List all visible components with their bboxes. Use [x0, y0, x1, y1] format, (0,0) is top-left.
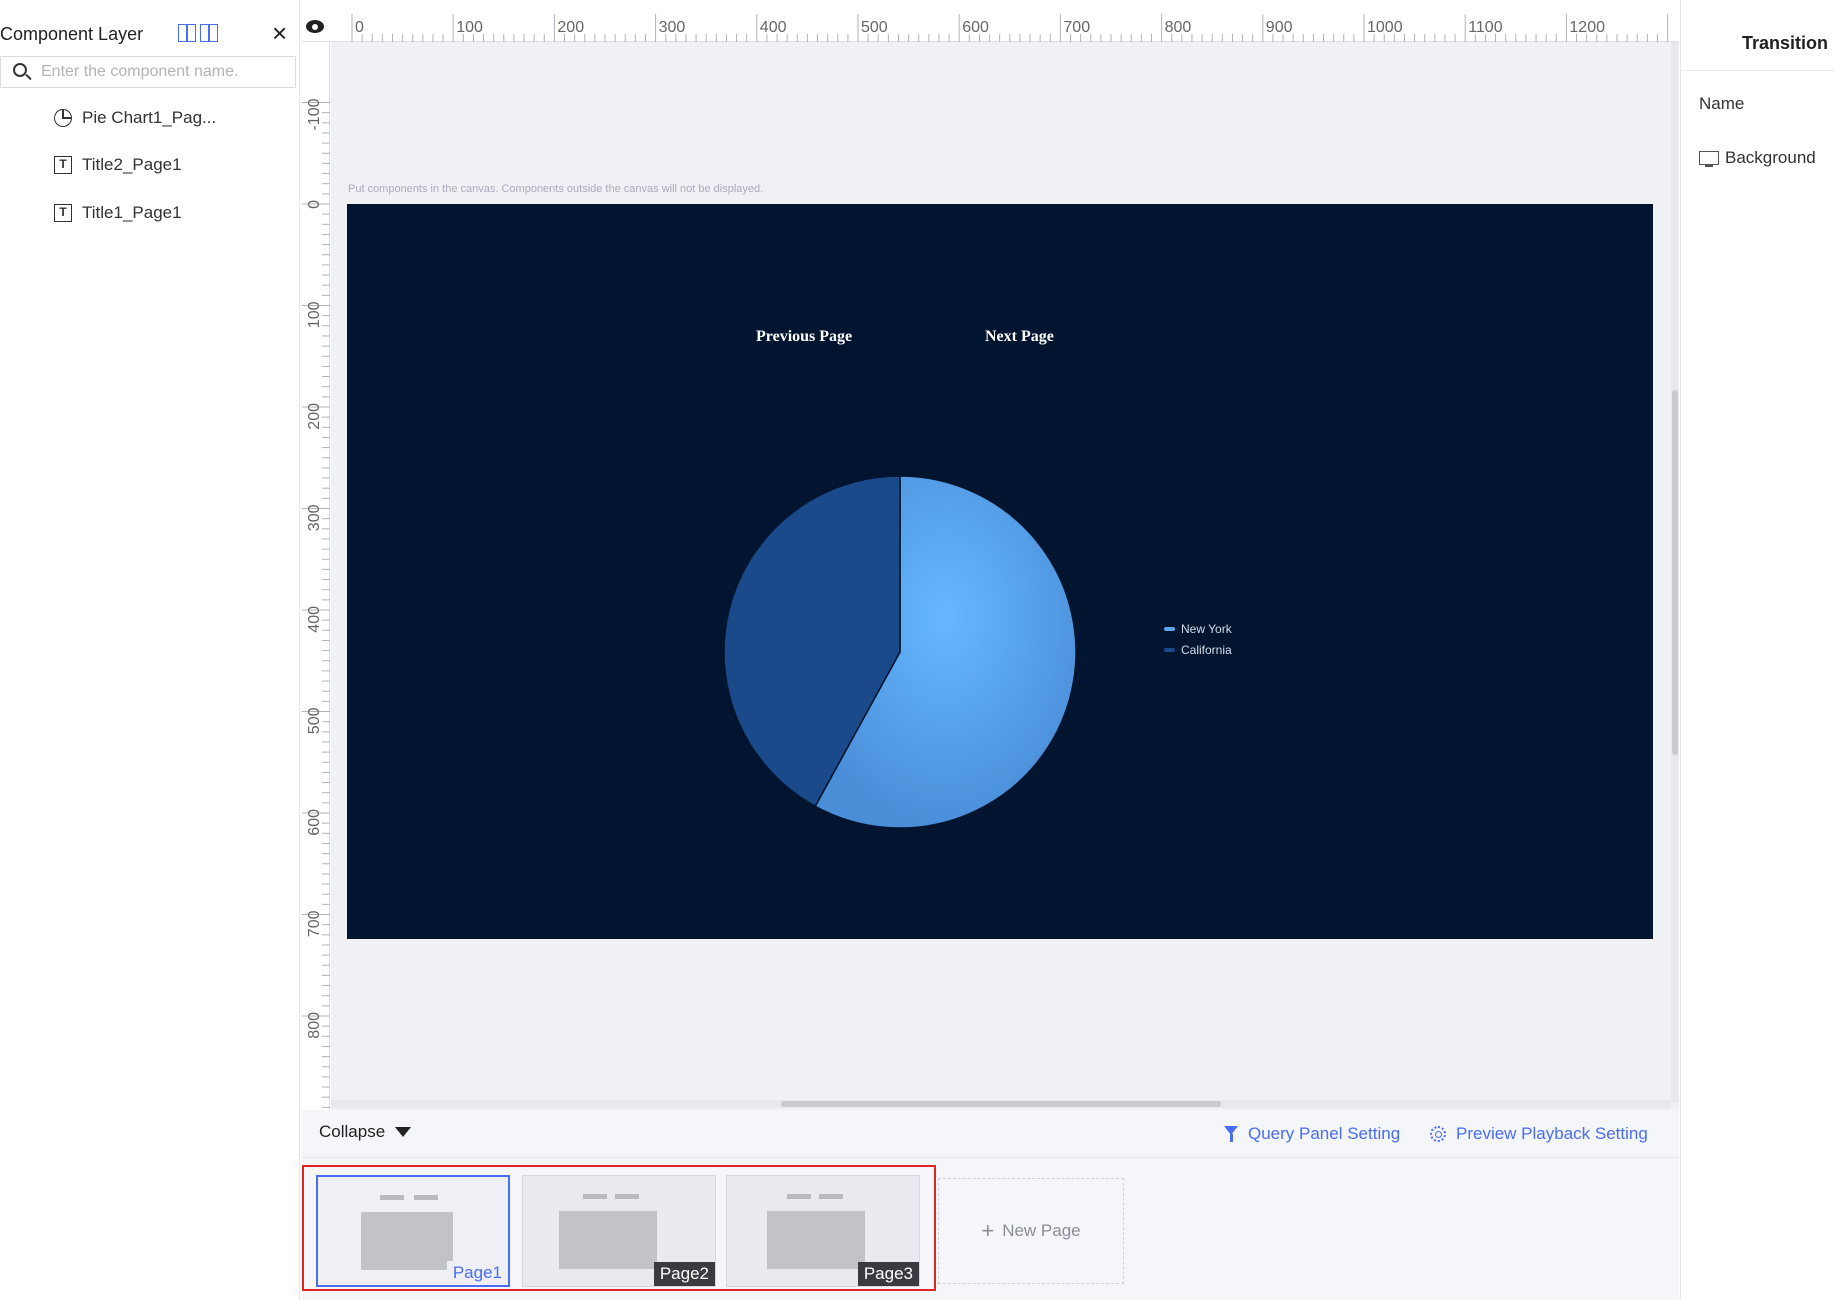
filter-icon [1224, 1126, 1238, 1142]
top-ruler: 0 100 200 300 400 500 600 700 800 900 1000 1100 1200 [302, 14, 1678, 42]
top-ruler-ticks: 0 100 200 300 400 500 600 700 800 900 1000 1100 1200 [351, 14, 1669, 42]
legend-label: New York [1181, 622, 1232, 636]
collapse-toggle[interactable]: Collapse [319, 1122, 412, 1142]
page-thumbnail-page3[interactable]: Page3 [726, 1175, 920, 1287]
component-layer-title: Component Layer [0, 24, 144, 44]
pie-slices [723, 475, 1077, 829]
layer-item-label: Pie Chart1_Pag... [82, 108, 217, 127]
property-background-label: Background [1725, 148, 1816, 167]
tab-transition[interactable]: Transition [1742, 33, 1828, 54]
legend-swatch [1164, 627, 1175, 631]
layer-item-pie-chart[interactable]: Pie Chart1_Pag... [54, 103, 216, 133]
legend-label: California [1181, 643, 1232, 657]
ruler-tick-label: 100 [306, 301, 323, 328]
thumb-placeholder-bar [583, 1194, 607, 1199]
new-page-button[interactable]: + New Page [938, 1178, 1124, 1284]
previous-page-title[interactable]: Previous Page [756, 328, 852, 346]
ruler-tick-label: -100 [306, 98, 323, 130]
text-icon: T [54, 156, 72, 174]
ruler-tick-label: 400 [306, 606, 323, 633]
canvas-hint-text: Put components in the canvas. Components… [348, 183, 764, 195]
thumb-placeholder-block [361, 1212, 453, 1270]
page-bar-divider [302, 1157, 1679, 1158]
vertical-scroll-thumb[interactable] [1672, 390, 1678, 755]
layer-item-label: Title1_Page1 [82, 203, 182, 222]
legend-item-new-york[interactable]: New York [1164, 622, 1232, 636]
ruler-tick-label: 700 [1063, 19, 1090, 36]
pie-chart[interactable] [700, 452, 1100, 852]
close-icon[interactable]: × [272, 16, 287, 50]
layout-left-icon[interactable] [178, 24, 196, 42]
component-search-input[interactable] [41, 60, 291, 84]
thumb-placeholder-bar [414, 1195, 438, 1200]
text-icon: T [54, 204, 72, 222]
ruler-tick-label: 800 [306, 1012, 323, 1039]
layer-item-label: Title2_Page1 [82, 155, 182, 174]
legend-item-california[interactable]: California [1164, 643, 1232, 657]
thumb-placeholder-bar [819, 1194, 843, 1199]
page-thumbnail-page1[interactable]: Page1 [316, 1175, 510, 1287]
component-search-box[interactable] [0, 56, 296, 88]
properties-divider [1680, 70, 1834, 71]
layout-right-icon[interactable] [200, 24, 218, 42]
page-thumbnail-label: Page2 [653, 1262, 715, 1286]
ruler-tick-label: 900 [1266, 19, 1293, 36]
legend-swatch [1164, 648, 1175, 652]
query-panel-setting-link[interactable]: Query Panel Setting [1224, 1124, 1400, 1144]
ruler-tick-label: 0 [306, 200, 323, 209]
thumb-placeholder-block [559, 1211, 657, 1269]
left-ruler: -100 0 100 200 300 400 500 600 700 800 [302, 42, 330, 1110]
gear-icon [1430, 1126, 1446, 1142]
next-page-title[interactable]: Next Page [985, 328, 1054, 346]
ruler-tick-label: 700 [306, 910, 323, 937]
ruler-tick-label: 500 [306, 707, 323, 734]
pie-chart-icon [54, 109, 72, 127]
page-thumbnail-page2[interactable]: Page2 [522, 1175, 716, 1287]
search-icon [13, 63, 27, 77]
component-layer-panel: Component Layer × Pie Chart1_Pag... T Ti… [0, 0, 300, 1300]
ruler-tick-label: 200 [557, 19, 584, 36]
eye-icon[interactable] [306, 20, 324, 33]
property-name-label: Name [1699, 94, 1745, 113]
page-thumbnail-label: Page1 [446, 1261, 508, 1285]
layer-item-title2[interactable]: T Title2_Page1 [54, 150, 182, 180]
properties-panel [1680, 0, 1834, 1300]
ruler-tick-label: 1200 [1569, 19, 1605, 36]
thumb-placeholder-bar [615, 1194, 639, 1199]
thumb-placeholder-bar [380, 1195, 404, 1200]
page-thumbnail-label: Page3 [857, 1262, 919, 1286]
ruler-tick-label: 600 [306, 809, 323, 836]
ruler-tick-label: 400 [760, 19, 787, 36]
ruler-tick-label: 300 [659, 19, 686, 36]
monitor-icon [1699, 151, 1719, 167]
ruler-tick-label: 1100 [1468, 19, 1503, 36]
thumb-placeholder-bar [787, 1194, 811, 1199]
left-ruler-ticks: -100 0 100 200 300 400 500 600 700 800 [302, 98, 330, 1108]
ruler-tick-label: 0 [355, 19, 364, 36]
query-panel-setting-label: Query Panel Setting [1248, 1124, 1401, 1143]
property-background[interactable]: Background [1699, 148, 1816, 168]
ruler-tick-label: 600 [962, 19, 989, 36]
horizontal-scroll-thumb[interactable] [781, 1101, 1221, 1107]
collapse-label: Collapse [319, 1122, 386, 1141]
ruler-tick-label: 1000 [1367, 19, 1403, 36]
ruler-tick-label: 500 [861, 19, 888, 36]
ruler-tick-label: 100 [456, 19, 483, 36]
ruler-tick-label: 800 [1165, 19, 1192, 36]
thumb-placeholder-block [767, 1211, 865, 1269]
ruler-tick-label: 300 [306, 504, 323, 531]
preview-playback-setting-label: Preview Playback Setting [1456, 1124, 1648, 1143]
plus-icon: + [981, 1218, 995, 1243]
caret-down-icon [395, 1127, 412, 1137]
preview-playback-setting-link[interactable]: Preview Playback Setting [1430, 1124, 1648, 1144]
component-layer-header: Component Layer × [0, 14, 300, 54]
layer-item-title1[interactable]: T Title1_Page1 [54, 198, 182, 228]
new-page-label: New Page [1002, 1221, 1081, 1240]
ruler-tick-label: 200 [306, 403, 323, 430]
